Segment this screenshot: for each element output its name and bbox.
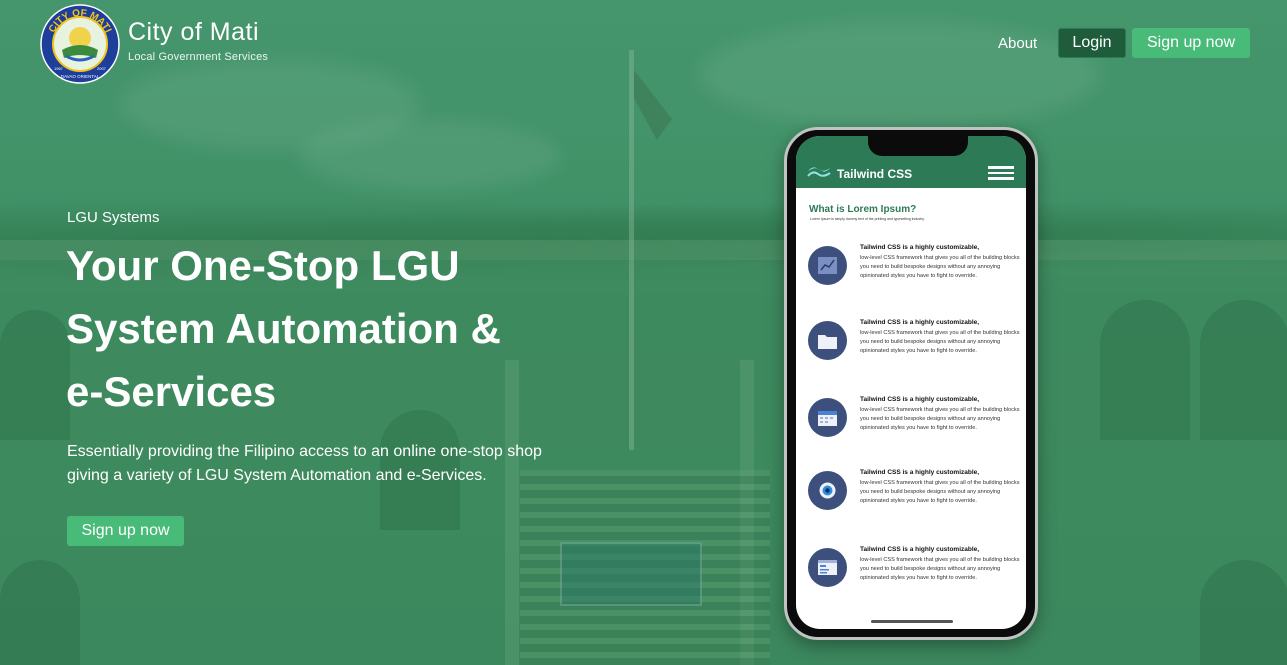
- phone-feature-item: Tailwind CSS is a highly customizable, l…: [808, 244, 1020, 296]
- logo-year-left: 1967: [54, 66, 64, 71]
- phone-feature-item: Tailwind CSS is a highly customizable, l…: [808, 546, 1020, 598]
- brand-subtitle: Local Government Services: [128, 51, 269, 63]
- phone-feature-item: Tailwind CSS is a highly customizable, l…: [808, 319, 1020, 371]
- phone-notch: [868, 136, 968, 156]
- nav-about-link[interactable]: About: [998, 35, 1037, 52]
- browser-icon: [808, 548, 847, 587]
- feature-title: Tailwind CSS is a highly customizable,: [860, 469, 980, 476]
- feature-title: Tailwind CSS is a highly customizable,: [860, 546, 980, 553]
- phone-home-indicator: [871, 620, 953, 623]
- phone-mockup: Tailwind CSS What is Lorem Ipsum? Lorem …: [784, 127, 1038, 640]
- chart-icon: [808, 246, 847, 285]
- feature-text: low-level CSS framework that gives you a…: [860, 480, 1020, 504]
- feature-title: Tailwind CSS is a highly customizable,: [860, 319, 980, 326]
- feature-text: low-level CSS framework that gives you a…: [860, 557, 1020, 581]
- feature-title: Tailwind CSS is a highly customizable,: [860, 244, 980, 251]
- city-seal-logo[interactable]: CITY OF MATI DAVAO ORIENTAL 1967 2007: [40, 4, 120, 84]
- phone-heading: What is Lorem Ipsum?: [809, 204, 917, 215]
- hero-signup-button[interactable]: Sign up now: [67, 516, 184, 546]
- logo-year-right: 2007: [97, 66, 107, 71]
- login-button[interactable]: Login: [1058, 28, 1126, 58]
- phone-feature-item: Tailwind CSS is a highly customizable, l…: [808, 396, 1020, 448]
- header-signup-button[interactable]: Sign up now: [1132, 28, 1250, 58]
- hero-eyebrow: LGU Systems: [67, 209, 160, 226]
- hero-title: Your One-Stop LGU System Automation & e-…: [66, 234, 586, 423]
- hero-description: Essentially providing the Filipino acces…: [67, 443, 542, 484]
- feature-title: Tailwind CSS is a highly customizable,: [860, 396, 980, 403]
- calendar-icon: [808, 398, 847, 437]
- feature-text: low-level CSS framework that gives you a…: [860, 407, 1020, 431]
- hamburger-menu-icon[interactable]: [988, 166, 1014, 180]
- hero-title-line: System Automation &: [66, 305, 501, 352]
- phone-feature-item: Tailwind CSS is a highly customizable, l…: [808, 469, 1020, 521]
- phone-subheading: Lorem Ipsum is simply dummy text of the …: [810, 217, 925, 221]
- feature-text: low-level CSS framework that gives you a…: [860, 330, 1020, 354]
- feature-text: low-level CSS framework that gives you a…: [860, 255, 1020, 279]
- tailwind-logo-icon: [806, 164, 832, 183]
- logo-text-bottom: DAVAO ORIENTAL: [61, 74, 100, 79]
- folder-icon: [808, 321, 847, 360]
- phone-app-title: Tailwind CSS: [837, 167, 913, 181]
- phone-screen: Tailwind CSS What is Lorem Ipsum? Lorem …: [796, 136, 1026, 629]
- brand-title: City of Mati: [128, 18, 260, 46]
- hero-title-line: Your One-Stop LGU: [66, 242, 460, 289]
- camera-icon: [808, 471, 847, 510]
- hero-title-line: e-Services: [66, 368, 277, 415]
